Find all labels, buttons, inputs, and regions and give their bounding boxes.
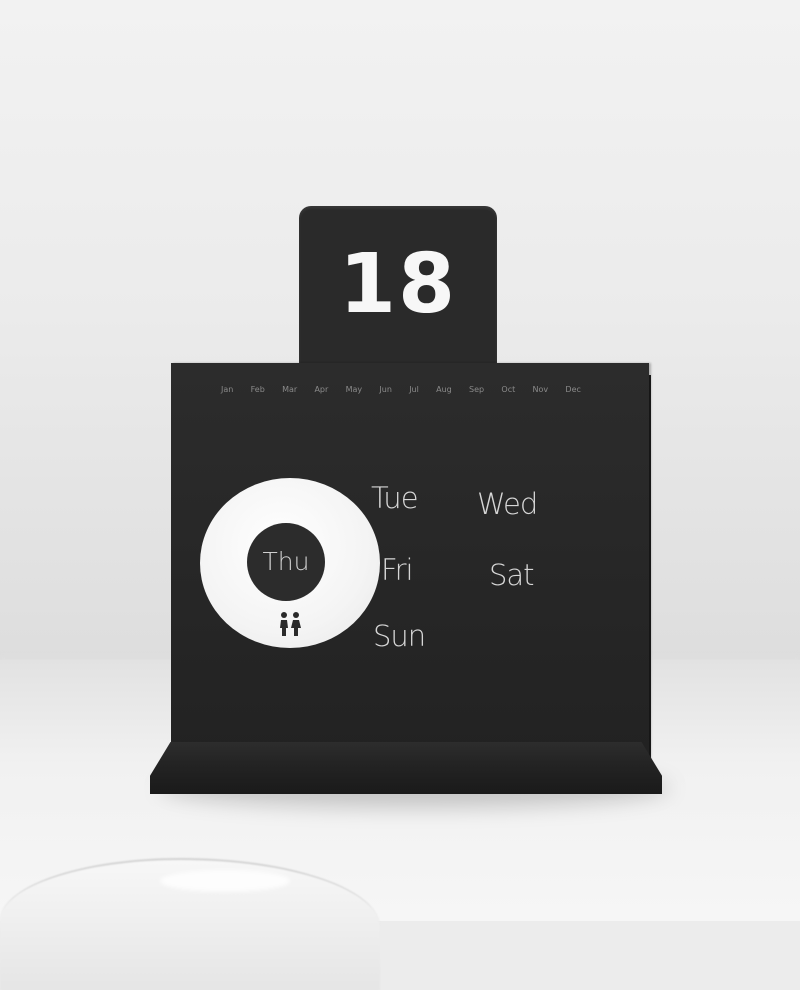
month-aug: Aug [436, 385, 452, 394]
day-number: 18 [338, 237, 458, 332]
month-may: May [345, 385, 363, 394]
weekday-sun: Sun [373, 619, 426, 653]
month-apr: Apr [314, 385, 329, 394]
mouse-highlight [160, 870, 290, 892]
month-oct: Oct [501, 385, 516, 394]
month-mar: Mar [282, 385, 298, 394]
selected-weekday-disc: Thu [247, 523, 325, 601]
month-jun: Jun [379, 385, 392, 394]
weekday-tue: Tue [371, 481, 419, 515]
weekday-wed: Wed [477, 487, 538, 521]
date-tab: 18 [299, 206, 497, 376]
month-jan: Jan [221, 385, 234, 394]
month-sep: Sep [469, 385, 485, 394]
month-feb: Feb [250, 385, 265, 394]
people-icon [280, 612, 301, 636]
weekday-fri: Fri [381, 553, 414, 587]
month-strip: Jan Feb Mar Apr May Jun Jul Aug Sep Oct … [221, 385, 581, 394]
month-jul: Jul [409, 385, 419, 394]
month-nov: Nov [532, 385, 549, 394]
weekday-sat: Sat [489, 558, 535, 592]
calendar-base [150, 742, 662, 794]
month-dec: Dec [565, 385, 581, 394]
weekday-selector-ring: Thu [200, 478, 380, 648]
selected-weekday-label: Thu [262, 547, 310, 576]
